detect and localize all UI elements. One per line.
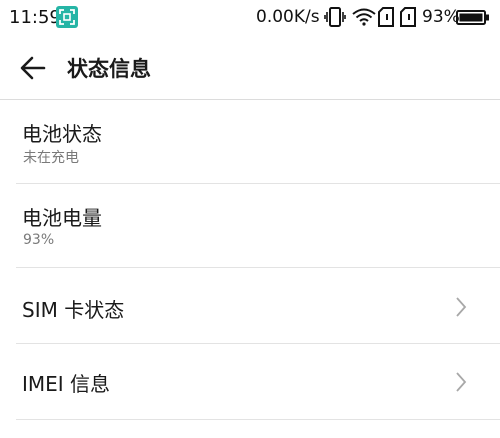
list-item-title: 电池状态 bbox=[22, 122, 102, 146]
wifi-icon bbox=[352, 8, 376, 31]
chevron-right-icon bbox=[455, 296, 467, 322]
list-item-title: IMEI 信息 bbox=[22, 372, 111, 396]
list-item-subtitle: 93% bbox=[23, 232, 55, 248]
page-title: 状态信息 bbox=[67, 57, 151, 81]
network-speed: 0.00K/s bbox=[256, 7, 320, 27]
sim-card-icon bbox=[400, 7, 416, 32]
status-bar: 11:59 0.00K/s 93% bbox=[0, 0, 500, 36]
sim-card-icon bbox=[378, 7, 394, 32]
screenshot-icon bbox=[56, 6, 78, 28]
list-item-sim-status[interactable]: SIM 卡状态 bbox=[0, 268, 500, 344]
divider bbox=[16, 419, 500, 420]
back-button[interactable] bbox=[14, 52, 54, 84]
chevron-right-icon bbox=[455, 371, 467, 397]
title-bar: 状态信息 bbox=[0, 36, 500, 100]
back-arrow-icon bbox=[20, 56, 46, 80]
battery-percent: 93% bbox=[422, 7, 460, 27]
vibrate-icon bbox=[324, 7, 346, 32]
status-time: 11:59 bbox=[9, 7, 61, 28]
list-item-title: SIM 卡状态 bbox=[22, 298, 125, 322]
list-item-battery-level[interactable]: 电池电量 93% bbox=[0, 184, 500, 268]
list-item-imei-info[interactable]: IMEI 信息 bbox=[0, 344, 500, 420]
list-item-battery-status[interactable]: 电池状态 未在充电 bbox=[0, 100, 500, 184]
battery-icon bbox=[456, 10, 490, 30]
list-item-title: 电池电量 bbox=[22, 206, 102, 230]
list-item-subtitle: 未在充电 bbox=[23, 150, 79, 166]
